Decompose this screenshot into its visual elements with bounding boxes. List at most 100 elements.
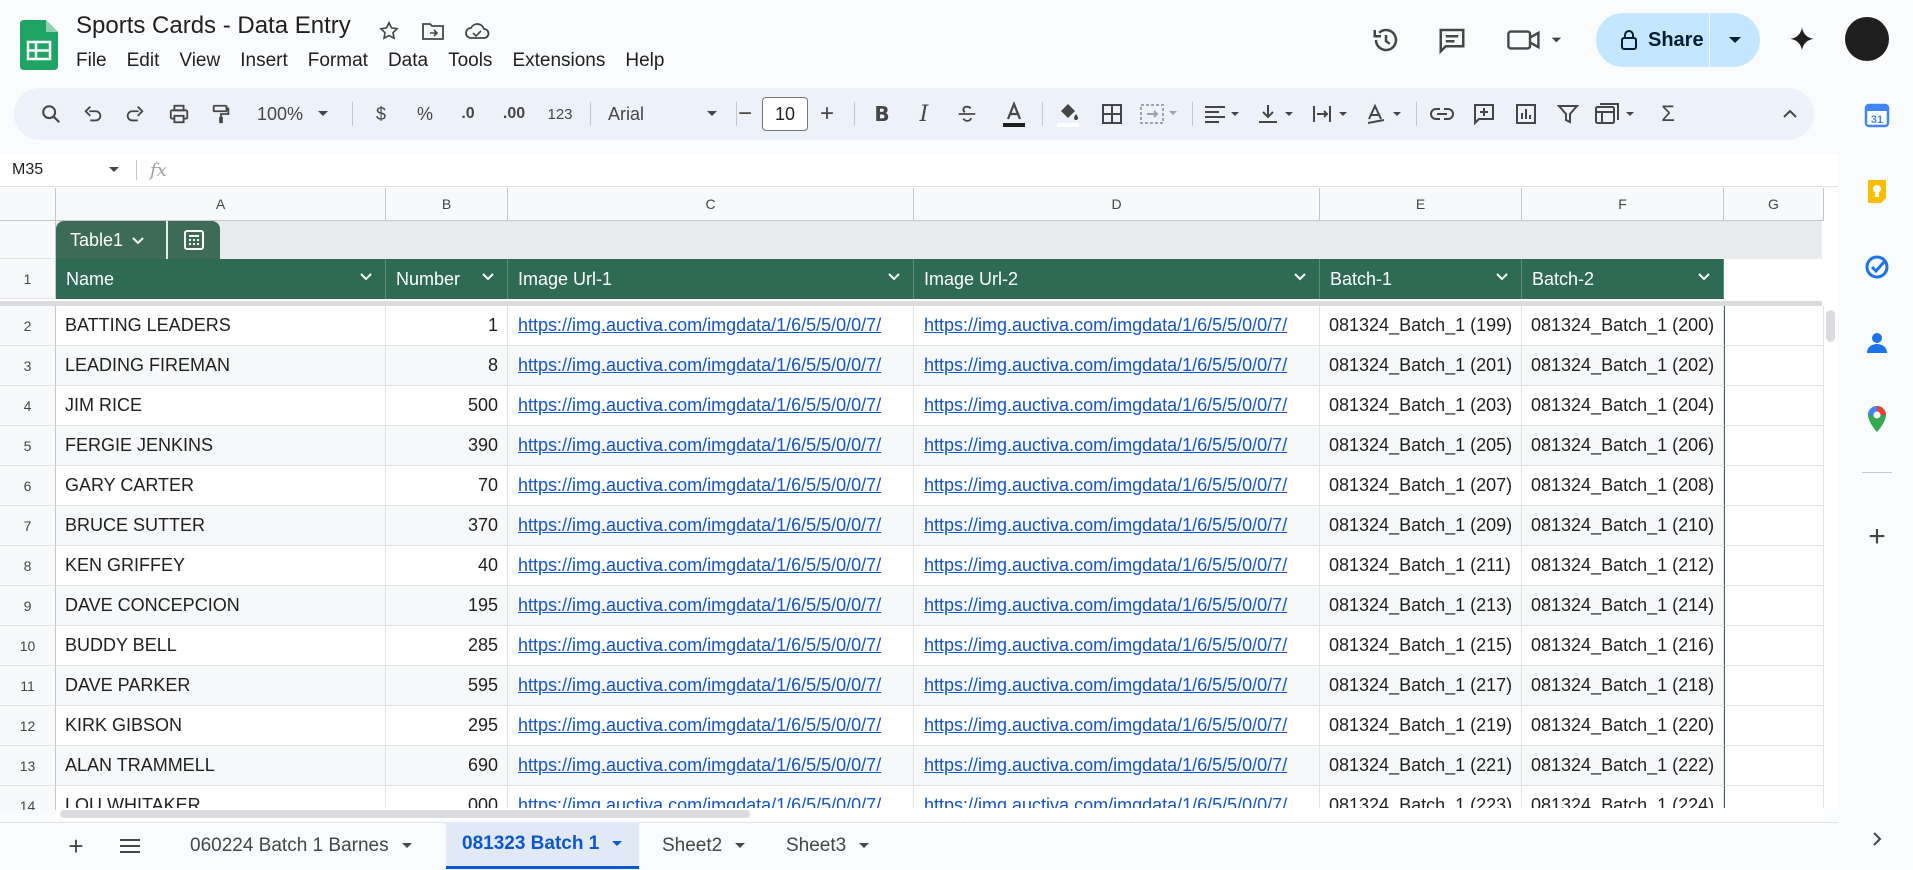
cell-name[interactable]: GARY CARTER — [56, 466, 386, 506]
cell-image-url-2[interactable]: https://img.auctiva.com/imgdata/1/6/5/5/… — [914, 706, 1320, 746]
cell-image-url-1[interactable]: https://img.auctiva.com/imgdata/1/6/5/5/… — [508, 346, 914, 386]
share-dropdown-chevron-icon[interactable] — [1710, 13, 1760, 67]
cell-empty[interactable] — [1724, 706, 1824, 746]
format-percent-button[interactable]: % — [408, 88, 442, 140]
show-side-panel-chevron-right-icon[interactable] — [1862, 824, 1892, 854]
decrease-decimal-button[interactable]: .0 — [450, 88, 486, 140]
font-size-input[interactable]: 10 — [762, 97, 808, 131]
cell-batch-1[interactable]: 081324_Batch_1 (205) — [1320, 426, 1522, 466]
column-header-b[interactable]: B — [386, 188, 508, 221]
cell-number[interactable]: 370 — [386, 506, 508, 546]
cell-image-url-2[interactable]: https://img.auctiva.com/imgdata/1/6/5/5/… — [914, 386, 1320, 426]
cell-image-url-2[interactable]: https://img.auctiva.com/imgdata/1/6/5/5/… — [914, 586, 1320, 626]
cell-name[interactable]: BUDDY BELL — [56, 626, 386, 666]
menu-data[interactable]: Data — [378, 46, 438, 76]
cell-batch-1[interactable]: 081324_Batch_1 (211) — [1320, 546, 1522, 586]
menu-help[interactable]: Help — [615, 46, 674, 76]
cell-name[interactable]: KIRK GIBSON — [56, 706, 386, 746]
cell-empty[interactable] — [1724, 466, 1824, 506]
cell-batch-2[interactable]: 081324_Batch_1 (202) — [1522, 346, 1724, 386]
cell-batch-2[interactable]: 081324_Batch_1 (210) — [1522, 506, 1724, 546]
paint-format-icon[interactable] — [204, 88, 238, 140]
insert-link-icon[interactable] — [1424, 88, 1460, 140]
cell-image-url-1[interactable]: https://img.auctiva.com/imgdata/1/6/5/5/… — [508, 426, 914, 466]
menu-view[interactable]: View — [169, 46, 230, 76]
cell-name[interactable]: LOU WHITAKER — [56, 786, 386, 810]
cell-batch-1[interactable]: 081324_Batch_1 (203) — [1320, 386, 1522, 426]
table-header-batch-1[interactable]: Batch-1 — [1320, 259, 1522, 299]
row-header-6[interactable]: 6 — [0, 466, 56, 506]
cell-batch-2[interactable]: 081324_Batch_1 (224) — [1522, 786, 1724, 810]
cell-empty[interactable] — [1724, 546, 1824, 586]
cell-batch-2[interactable]: 081324_Batch_1 (218) — [1522, 666, 1724, 706]
cell-image-url-1[interactable]: https://img.auctiva.com/imgdata/1/6/5/5/… — [508, 306, 914, 346]
cell-name[interactable]: BATTING LEADERS — [56, 306, 386, 346]
row-header-9[interactable]: 9 — [0, 586, 56, 626]
row-header-8[interactable]: 8 — [0, 546, 56, 586]
font-select[interactable]: Arial — [598, 88, 728, 140]
cell-image-url-2[interactable]: https://img.auctiva.com/imgdata/1/6/5/5/… — [914, 506, 1320, 546]
cell-number[interactable]: 000 — [386, 786, 508, 810]
vertical-scrollbar[interactable] — [1824, 188, 1838, 808]
cell-image-url-1[interactable]: https://img.auctiva.com/imgdata/1/6/5/5/… — [508, 386, 914, 426]
cell-name[interactable]: LEADING FIREMAN — [56, 346, 386, 386]
row-header-7[interactable]: 7 — [0, 506, 56, 546]
cell-image-url-2[interactable]: https://img.auctiva.com/imgdata/1/6/5/5/… — [914, 546, 1320, 586]
column-header-g[interactable]: G — [1724, 188, 1824, 221]
cell-number[interactable]: 70 — [386, 466, 508, 506]
cell-batch-1[interactable]: 081324_Batch_1 (207) — [1320, 466, 1522, 506]
chevron-down-icon[interactable] — [359, 272, 373, 281]
document-title[interactable]: Sports Cards - Data Entry — [76, 12, 351, 40]
italic-icon[interactable]: I — [908, 88, 940, 140]
cell-number[interactable]: 285 — [386, 626, 508, 666]
cell-empty[interactable] — [1724, 346, 1824, 386]
cell-batch-1[interactable]: 081324_Batch_1 (219) — [1320, 706, 1522, 746]
cell-number[interactable]: 8 — [386, 346, 508, 386]
row-header-2[interactable]: 2 — [0, 306, 56, 346]
zoom-select[interactable]: 100% — [248, 88, 338, 140]
cell-batch-2[interactable]: 081324_Batch_1 (212) — [1522, 546, 1724, 586]
sheet-tab-060224-batch-1-barnes[interactable]: 060224 Batch 1 Barnes — [174, 822, 429, 869]
menu-edit[interactable]: Edit — [117, 46, 170, 76]
row-header-14[interactable]: 14 — [0, 786, 56, 810]
move-folder-icon[interactable] — [418, 16, 448, 46]
chevron-down-icon[interactable] — [1697, 272, 1711, 281]
comments-icon[interactable] — [1432, 20, 1472, 60]
cell-empty[interactable] — [1724, 746, 1824, 786]
strikethrough-icon[interactable] — [950, 88, 984, 140]
cell-batch-2[interactable]: 081324_Batch_1 (222) — [1522, 746, 1724, 786]
print-icon[interactable] — [162, 88, 196, 140]
cell-number[interactable]: 690 — [386, 746, 508, 786]
chevron-down-icon[interactable] — [734, 842, 746, 850]
cell-image-url-1[interactable]: https://img.auctiva.com/imgdata/1/6/5/5/… — [508, 786, 914, 810]
cell-batch-1[interactable]: 081324_Batch_1 (221) — [1320, 746, 1522, 786]
text-rotation-icon[interactable] — [1362, 88, 1408, 140]
cell-image-url-1[interactable]: https://img.auctiva.com/imgdata/1/6/5/5/… — [508, 546, 914, 586]
cell-image-url-2[interactable]: https://img.auctiva.com/imgdata/1/6/5/5/… — [914, 346, 1320, 386]
select-all-corner[interactable] — [0, 188, 56, 221]
cell-empty[interactable] — [1724, 626, 1824, 666]
chevron-down-icon[interactable] — [1293, 272, 1307, 281]
format-currency-button[interactable]: $ — [366, 88, 396, 140]
merge-cells-icon[interactable] — [1136, 88, 1182, 140]
cell-batch-2[interactable]: 081324_Batch_1 (206) — [1522, 426, 1724, 466]
table-header-image-url-2[interactable]: Image Url-2 — [914, 259, 1320, 299]
all-sheets-menu-icon[interactable] — [112, 830, 148, 862]
row-header-11[interactable]: 11 — [0, 666, 56, 706]
cell-image-url-2[interactable]: https://img.auctiva.com/imgdata/1/6/5/5/… — [914, 666, 1320, 706]
column-header-a[interactable]: A — [56, 188, 386, 221]
cell-number[interactable]: 40 — [386, 546, 508, 586]
cell-name[interactable]: DAVE PARKER — [56, 666, 386, 706]
table-calculator-icon[interactable] — [168, 221, 220, 259]
filter-icon[interactable] — [1550, 88, 1586, 140]
row-header-3[interactable]: 3 — [0, 346, 56, 386]
cell-name[interactable]: FERGIE JENKINS — [56, 426, 386, 466]
menu-format[interactable]: Format — [298, 46, 378, 76]
cell-empty[interactable] — [1724, 386, 1824, 426]
column-header-d[interactable]: D — [914, 188, 1320, 221]
chevron-down-icon[interactable] — [401, 842, 413, 850]
decrease-font-size-icon[interactable]: − — [728, 88, 762, 140]
more-formats-button[interactable]: 123 — [540, 88, 580, 140]
chevron-down-icon[interactable] — [611, 840, 623, 848]
keep-notes-icon[interactable] — [1862, 176, 1892, 206]
